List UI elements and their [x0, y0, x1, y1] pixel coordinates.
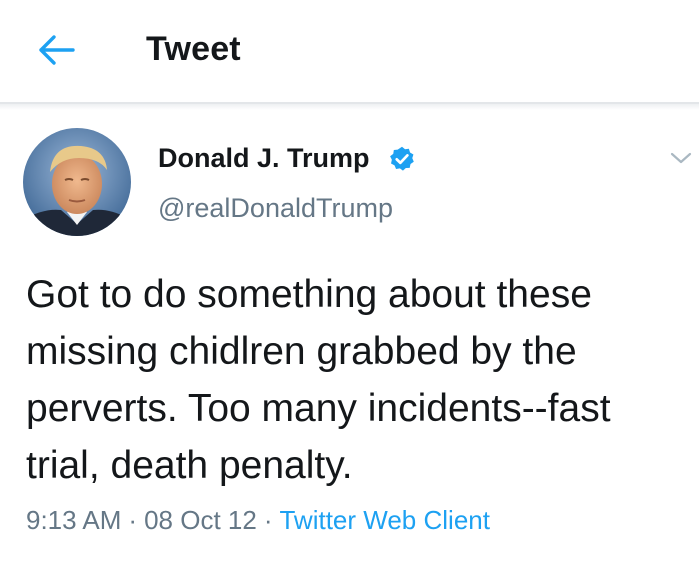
author-handle[interactable]: @realDonaldTrump — [158, 193, 393, 224]
back-button[interactable] — [30, 26, 82, 74]
meta-separator: · — [263, 505, 273, 535]
tweet-time[interactable]: 9:13 AM — [26, 505, 121, 535]
meta-separator: · — [128, 505, 138, 535]
avatar[interactable] — [23, 128, 131, 236]
page-title: Tweet — [146, 30, 241, 68]
chevron-down-icon[interactable] — [668, 145, 694, 171]
tweet-text: Got to do something about these missing … — [26, 273, 611, 487]
top-bar: Tweet — [0, 0, 699, 104]
tweet-date[interactable]: 08 Oct 12 — [144, 505, 257, 535]
tweet-client-link[interactable]: Twitter Web Client — [279, 505, 489, 535]
header-shadow — [0, 104, 699, 110]
profile-photo — [23, 128, 131, 236]
arrow-left-icon — [39, 35, 75, 65]
author-name[interactable]: Donald J. Trump — [158, 143, 370, 174]
verified-badge-icon — [390, 146, 414, 171]
tweet-meta: 9:13 AM · 08 Oct 12 · Twitter Web Client — [26, 505, 490, 536]
